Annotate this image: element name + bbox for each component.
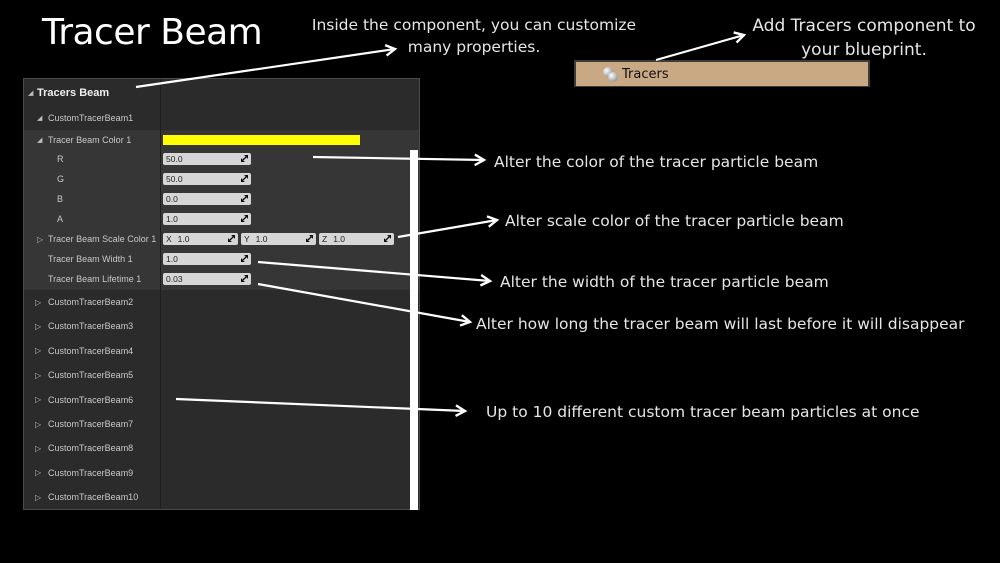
item-label: CustomTracerBeam3 [48,321,134,332]
note-scale-color: Alter scale color of the tracer particle… [505,212,844,230]
channel-row-r: R 50.0 [24,149,419,169]
expanded-triangle-icon: ◢ [37,115,43,122]
details-panel: ◢ Tracers Beam ◢ CustomTracerBeam1 ◢ Tra… [23,78,420,510]
note-width: Alter the width of the tracer particle b… [500,273,829,291]
collapsed-triangle-icon: ▷ [35,443,42,453]
item-label: CustomTracerBeam2 [48,297,134,307]
item-custom-tracer-beam-4[interactable]: ▷ CustomTracerBeam4 [24,341,419,361]
channel-row-g: G 50.0 [24,169,419,189]
scrollbar[interactable] [410,150,418,510]
note-color: Alter the color of the tracer particle b… [494,153,819,171]
item-label: CustomTracerBeam9 [48,467,134,478]
property-beam-width: Tracer Beam Width 1 1.0 [24,249,419,269]
color-swatch[interactable] [163,135,360,145]
property-scale-color[interactable]: ▷ Tracer Beam Scale Color 1 X 1.0 Y 1.0 Z1… [24,229,419,249]
item-custom-tracer-beam-8[interactable]: ▷ CustomTracerBeam8 [24,438,419,458]
channel-label: A [57,214,64,224]
page-title: Tracer Beam [42,12,263,53]
channel-g-input[interactable]: 50.0 [163,173,251,185]
width-input[interactable]: 1.0 [163,253,251,265]
item-label: CustomTracerBeam1 [48,113,134,123]
channel-label: R [57,154,64,164]
scale-y-input[interactable]: Y 1.0 [241,233,316,245]
collapsed-triangle-icon: ▷ [35,468,42,478]
item-label: CustomTracerBeam7 [48,419,134,429]
item-label: CustomTracerBeam8 [48,443,134,454]
note-up-to-ten: Up to 10 different custom tracer beam pa… [486,403,920,421]
channel-row-a: A 1.0 [24,209,419,229]
lifetime-input[interactable]: 0.03 [163,273,251,285]
property-label: Tracer Beam Width 1 [48,254,133,264]
item-label: CustomTracerBeam5 [48,370,134,381]
channel-label: B [57,194,64,204]
collapsed-triangle-icon: ▷ [35,419,42,429]
collapsed-triangle-icon: ▷ [35,346,42,356]
item-custom-tracer-beam-2[interactable]: ▷ CustomTracerBeam2 [24,292,419,312]
property-label: Tracer Beam Color 1 [48,135,132,145]
item-label: CustomTracerBeam10 [48,492,139,503]
channel-label: G [57,174,65,184]
section-title: Tracers Beam [37,87,110,99]
collapsed-triangle-icon: ▷ [35,321,42,331]
item-custom-tracer-beam-6[interactable]: ▷ CustomTracerBeam6 [24,390,419,410]
item-label: CustomTracerBeam6 [48,394,134,405]
property-label: Tracer Beam Lifetime 1 [48,274,142,284]
note-lifetime: Alter how long the tracer beam will last… [476,315,965,333]
channel-r-input[interactable]: 50.0 [163,153,251,165]
property-beam-lifetime: Tracer Beam Lifetime 1 0.03 [24,269,419,289]
item-custom-tracer-beam-7[interactable]: ▷ CustomTracerBeam7 [24,414,419,434]
expanded-triangle-icon: ◢ [37,137,43,144]
channel-row-b: B 0.0 [24,189,419,209]
item-label: CustomTracerBeam4 [48,345,134,356]
section-tracers-beam[interactable]: ◢ Tracers Beam [24,82,419,104]
arrow-to-add-note [655,31,747,62]
scale-z-input[interactable]: Z 1.0 [319,233,394,245]
collapsed-triangle-icon: ▷ [35,370,42,380]
component-spheres-icon [602,66,619,83]
property-label: Tracer Beam Scale Color 1 [48,234,157,244]
item-custom-tracer-beam-5[interactable]: ▷ CustomTracerBeam5 [24,365,419,385]
item-custom-tracer-beam-9[interactable]: ▷ CustomTracerBeam9 [24,463,419,483]
item-custom-tracer-beam-3[interactable]: ▷ CustomTracerBeam3 [24,316,419,336]
tracers-component-label: Tracers [622,66,669,82]
expanded-triangle-icon: ◢ [28,90,34,97]
item-custom-tracer-beam-10[interactable]: ▷ CustomTracerBeam10 [24,487,419,507]
collapsed-triangle-icon: ▷ [35,297,42,307]
note-inside-component: Inside the component, you can customize … [311,16,637,56]
scale-x-input[interactable]: X 1.0 [163,233,238,245]
channel-b-input[interactable]: 0.0 [163,193,251,205]
item-custom-tracer-beam-1[interactable]: ◢ CustomTracerBeam1 [24,108,419,128]
collapsed-triangle-icon: ▷ [37,234,44,244]
tracers-component-row[interactable]: Tracers [574,60,870,87]
collapsed-triangle-icon: ▷ [35,492,42,502]
collapsed-triangle-icon: ▷ [35,395,42,405]
channel-a-input[interactable]: 1.0 [163,213,251,225]
note-add-component: Add Tracers component to your blueprint. [752,16,976,60]
